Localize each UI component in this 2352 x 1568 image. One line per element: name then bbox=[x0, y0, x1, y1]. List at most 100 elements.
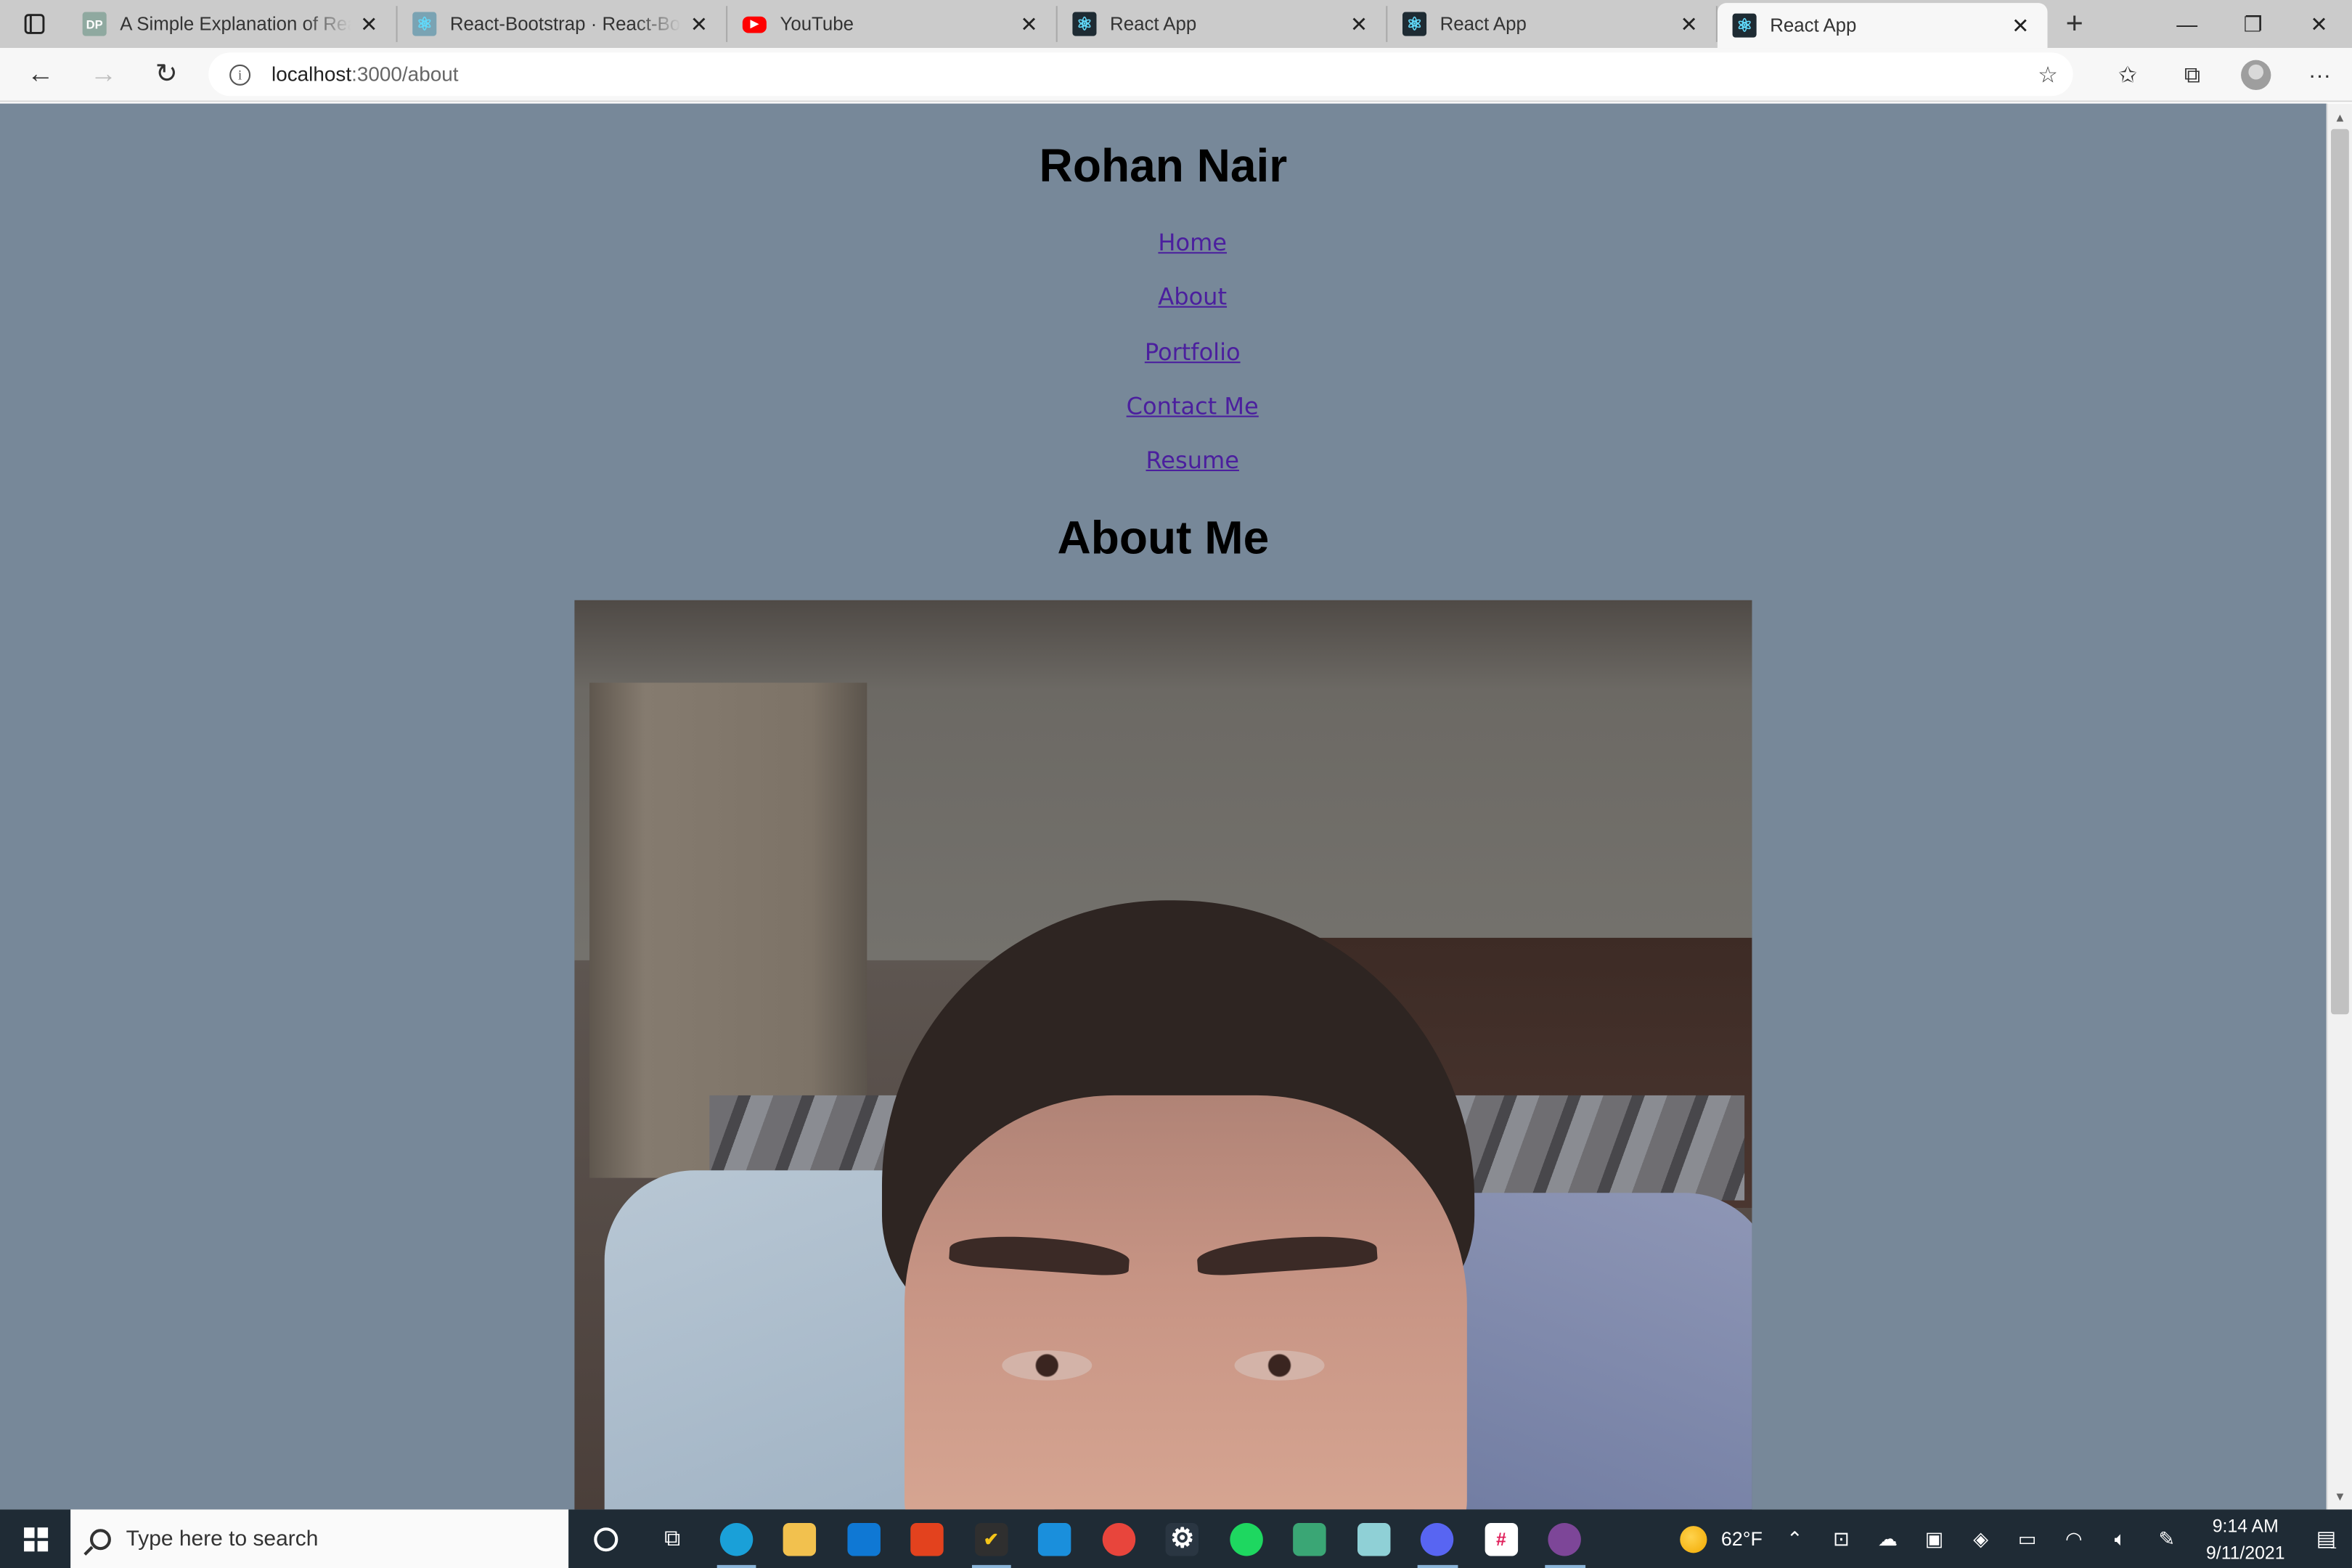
favorites-button[interactable]: ✩ bbox=[2096, 62, 2160, 89]
security-icon[interactable]: ◈ bbox=[1958, 1527, 2004, 1551]
battery-icon[interactable]: ▭ bbox=[2004, 1527, 2051, 1551]
cortana-button[interactable] bbox=[571, 1509, 640, 1568]
browser-tab[interactable]: ⚛ React App ✕ bbox=[1387, 6, 1718, 42]
nav-link-contact[interactable]: Contact Me bbox=[0, 393, 2327, 447]
spotify-taskbar-button[interactable] bbox=[1214, 1509, 1278, 1568]
system-tray: 62°F ⌃ ⊡ ☁ ▣ ◈ ▭ ◠ 🔈︎ ✎ 9:14 AM 9/11/202… bbox=[1672, 1509, 2352, 1568]
react-icon: ⚛ bbox=[1072, 12, 1097, 36]
tor-icon bbox=[1548, 1522, 1582, 1556]
scroll-up-icon[interactable]: ▲ bbox=[2328, 107, 2352, 128]
react-bootstrap-icon: ⚛ bbox=[412, 12, 437, 36]
wifi-icon[interactable]: ◠ bbox=[2051, 1527, 2097, 1551]
windows-logo-icon bbox=[23, 1527, 48, 1551]
collections-button[interactable]: ⧉ bbox=[2160, 62, 2224, 88]
scroll-thumb[interactable] bbox=[2331, 128, 2349, 1015]
refresh-button[interactable]: ↻ bbox=[135, 50, 198, 98]
tab-close-icon[interactable]: ✕ bbox=[351, 12, 388, 37]
browser-toolbar: ← → ↻ i localhost:3000/about ☆ ✩ ⧉ ··· bbox=[0, 48, 2352, 102]
task-view-button[interactable]: ⧉ bbox=[640, 1509, 704, 1568]
spotify-icon bbox=[1229, 1522, 1263, 1556]
mail-taskbar-button[interactable] bbox=[832, 1509, 896, 1568]
minimize-button[interactable]: — bbox=[2154, 0, 2220, 48]
notes-taskbar-button[interactable] bbox=[1342, 1509, 1405, 1568]
sun-icon bbox=[1681, 1525, 1708, 1553]
office-taskbar-button[interactable] bbox=[896, 1509, 960, 1568]
search-icon bbox=[89, 1528, 111, 1550]
scroll-down-icon[interactable]: ▼ bbox=[2328, 1485, 2352, 1506]
tab-actions-button[interactable] bbox=[0, 0, 68, 48]
profile-avatar[interactable] bbox=[2241, 60, 2271, 91]
edge-icon bbox=[719, 1522, 753, 1556]
settings-taskbar-button[interactable]: ⚙ bbox=[1151, 1509, 1214, 1568]
start-button[interactable] bbox=[0, 1509, 70, 1568]
slack-icon: # bbox=[1485, 1522, 1518, 1556]
restore-button[interactable]: ❐ bbox=[2220, 0, 2286, 48]
slack-taskbar-button[interactable]: # bbox=[1469, 1509, 1533, 1568]
browser-tab[interactable]: ⚛ React App ✕ bbox=[1717, 3, 2048, 49]
plus-icon: + bbox=[2065, 7, 2083, 40]
volume-icon[interactable]: 🔈︎ bbox=[2097, 1527, 2144, 1551]
url-text[interactable]: localhost:3000/about bbox=[271, 63, 459, 86]
tab-close-icon[interactable]: ✕ bbox=[1671, 12, 1707, 37]
clock-time: 9:14 AM bbox=[2212, 1514, 2279, 1536]
react-icon: ⚛ bbox=[1402, 12, 1427, 36]
action-center-button[interactable]: ▤ 1 bbox=[2301, 1526, 2352, 1551]
site-nav: Home About Portfolio Contact Me Resume bbox=[0, 229, 2327, 502]
weather-widget[interactable]: 62°F bbox=[1672, 1525, 1772, 1553]
page-viewport: Rohan Nair Home About Portfolio Contact … bbox=[0, 103, 2327, 1510]
close-window-button[interactable]: ✕ bbox=[2286, 0, 2352, 48]
tab-strip: DP A Simple Explanation of React ✕ ⚛ React-B… bbox=[0, 0, 2352, 49]
vscode-taskbar-button[interactable] bbox=[1023, 1509, 1087, 1568]
add-favorite-icon[interactable]: ☆ bbox=[2038, 61, 2058, 88]
show-hidden-icons-button[interactable]: ⌃ bbox=[1771, 1527, 1818, 1551]
about-heading: About Me bbox=[1057, 511, 1270, 565]
tab-close-icon[interactable]: ✕ bbox=[1341, 12, 1377, 37]
tab-close-icon[interactable]: ✕ bbox=[1011, 12, 1048, 37]
chrome-taskbar-button[interactable] bbox=[1087, 1509, 1151, 1568]
url-host: localhost bbox=[271, 62, 352, 86]
address-bar[interactable]: i localhost:3000/about ☆ bbox=[208, 52, 2073, 97]
forward-arrow-icon: → bbox=[89, 58, 118, 89]
nav-link-home[interactable]: Home bbox=[0, 229, 2327, 284]
vertical-scrollbar[interactable]: ▲ ▼ bbox=[2326, 103, 2352, 1510]
refresh-icon: ↻ bbox=[155, 58, 178, 89]
tab-title: A Simple Explanation of React bbox=[120, 13, 351, 35]
browser-tab[interactable]: ▶ YouTube ✕ bbox=[727, 6, 1058, 42]
taskbar-clock[interactable]: 9:14 AM 9/11/2021 bbox=[2190, 1512, 2301, 1566]
discord-taskbar-button[interactable] bbox=[1405, 1509, 1469, 1568]
settings-menu-button[interactable]: ··· bbox=[2287, 62, 2352, 88]
tab-close-icon[interactable]: ✕ bbox=[681, 12, 717, 37]
nav-link-portfolio[interactable]: Portfolio bbox=[0, 338, 2327, 393]
tab-title: React-Bootstrap · React-Bootst bbox=[449, 13, 681, 35]
collections-icon: ⧉ bbox=[2184, 62, 2200, 88]
cortana-icon bbox=[594, 1527, 618, 1551]
browser-tab[interactable]: ⚛ React-Bootstrap · React-Bootst✕ bbox=[398, 6, 728, 42]
windows-taskbar: Type here to search ⧉ ✔ ⚙ # 62°F ⌃ ⊡ ☁ ▣ ◈… bbox=[0, 1509, 2352, 1568]
meet-now-icon[interactable]: ⊡ bbox=[1818, 1527, 1864, 1551]
weather-temp: 62°F bbox=[1720, 1527, 1763, 1551]
forward-button[interactable]: → bbox=[72, 50, 135, 98]
git-icon bbox=[1293, 1522, 1327, 1556]
nav-link-about[interactable]: About bbox=[0, 284, 2327, 338]
git-taskbar-button[interactable] bbox=[1278, 1509, 1342, 1568]
chrome-icon bbox=[1102, 1522, 1135, 1556]
edge-taskbar-button[interactable] bbox=[704, 1509, 768, 1568]
site-info-icon[interactable]: i bbox=[229, 63, 251, 85]
back-arrow-icon: ← bbox=[27, 58, 54, 89]
display-icon[interactable]: ▣ bbox=[1911, 1527, 1957, 1551]
browser-tab[interactable]: ⚛ React App ✕ bbox=[1058, 6, 1388, 42]
back-button[interactable]: ← bbox=[9, 50, 72, 98]
tab-close-icon[interactable]: ✕ bbox=[2003, 13, 2039, 38]
browser-tab[interactable]: DP A Simple Explanation of React ✕ bbox=[68, 6, 398, 42]
nav-link-resume[interactable]: Resume bbox=[0, 447, 2327, 502]
tor-taskbar-button[interactable] bbox=[1533, 1509, 1597, 1568]
onedrive-icon[interactable]: ☁ bbox=[1864, 1527, 1911, 1551]
todo-taskbar-button[interactable]: ✔ bbox=[959, 1509, 1023, 1568]
office-icon bbox=[910, 1522, 944, 1556]
taskbar-search[interactable]: Type here to search bbox=[70, 1509, 569, 1568]
vscode-icon bbox=[1038, 1522, 1071, 1556]
pen-icon[interactable]: ✎ bbox=[2144, 1527, 2190, 1551]
file-explorer-icon bbox=[783, 1522, 817, 1556]
file-explorer-taskbar-button[interactable] bbox=[768, 1509, 832, 1568]
new-tab-button[interactable]: + bbox=[2047, 0, 2101, 48]
